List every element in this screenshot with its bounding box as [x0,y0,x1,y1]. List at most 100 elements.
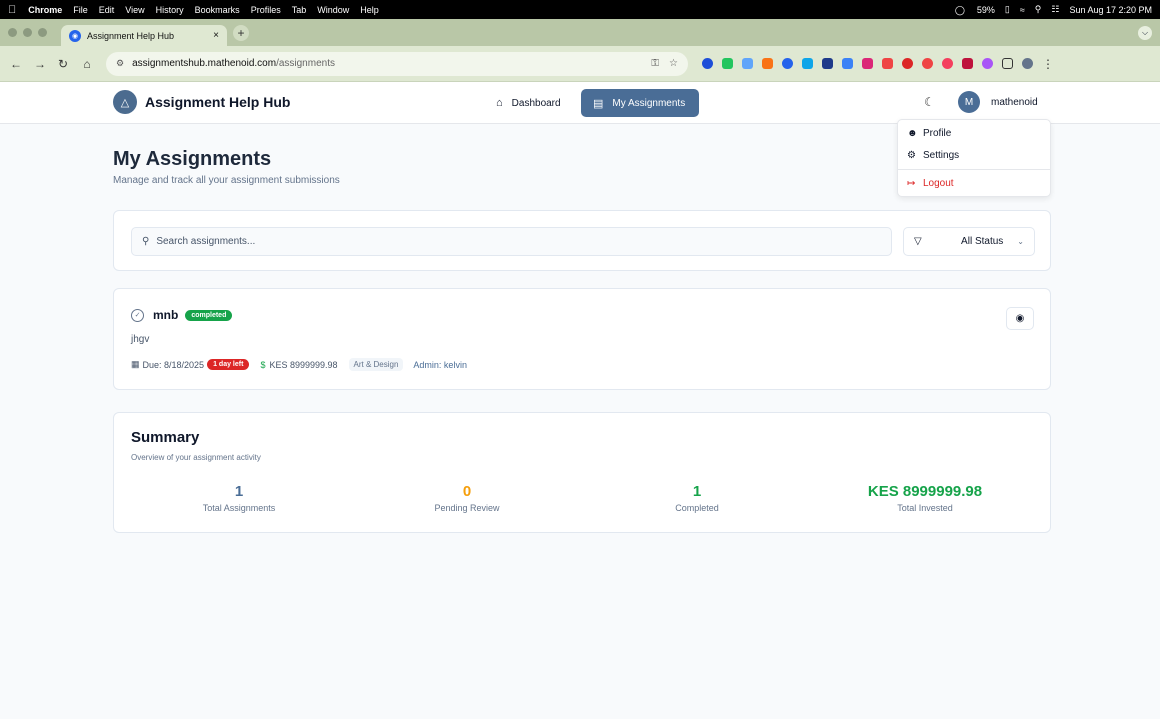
extension-icon[interactable] [822,58,833,69]
reload-icon[interactable]: ↻ [58,57,68,71]
extension-icon[interactable] [962,58,973,69]
extension-icon[interactable] [882,58,893,69]
extension-icon[interactable] [862,58,873,69]
summary-subtitle: Overview of your assignment activity [131,453,261,462]
theme-toggle-moon-icon[interactable]: ☾ [924,95,935,109]
control-center-icon[interactable]: ☷ [1051,4,1059,15]
battery-icon[interactable]: ▯ [1005,4,1010,15]
battery-text: 59% [976,4,995,15]
extension-icon[interactable] [982,58,993,69]
menu-profiles[interactable]: Profiles [251,5,281,15]
status-icon[interactable]: ◯ [955,5,967,15]
spotlight-icon[interactable]: ⚲ [1035,4,1042,15]
due-date: ▦ Due: 8/18/2025 [131,359,204,370]
home-icon[interactable]: ⌂ [82,57,92,71]
stat-pending-review: 0 Pending Review [367,483,567,513]
forward-icon[interactable]: → [34,57,46,71]
browser-tab[interactable]: ◉ Assignment Help Hub × [61,25,227,46]
stat-total-assignments: 1 Total Assignments [139,483,339,513]
stat-value: 1 [234,483,244,500]
stat-total-invested: KES 8999999.98 Total Invested [825,483,1025,513]
stat-completed: 1 Completed [597,483,797,513]
assignment-meta: ▦ Due: 8/18/2025 1 day left $ KES 899999… [131,358,467,371]
url-path: /assignments [276,58,335,69]
menu-history[interactable]: History [156,5,184,15]
extensions-puzzle-icon[interactable] [1002,58,1013,69]
menu-view[interactable]: View [125,5,144,15]
os-menubar:  Chrome File Edit View History Bookmark… [0,0,1160,19]
menu-divider [898,169,1050,170]
extension-icon[interactable] [762,58,773,69]
file-icon: ▤ [593,97,604,110]
assignment-card[interactable]: ✓ mnb completed jhgv ▦ Due: 8/18/2025 1 … [113,288,1051,390]
filter-funnel-icon: ▽ [914,236,922,247]
page-title: My Assignments [113,148,272,170]
nav-my-assignments[interactable]: ▤ My Assignments [581,89,699,117]
graduation-cap-icon: △ [113,90,137,114]
password-key-icon[interactable]: ⚿ [651,58,659,69]
tab-search-icon[interactable]: ⌵ [1138,25,1152,40]
stat-value: KES 8999999.98 [867,483,983,500]
summary-card: Summary Overview of your assignment acti… [113,412,1051,533]
bookmark-star-icon[interactable]: ☆ [669,58,678,69]
assignment-description: jhgv [131,334,150,345]
menu-item-logout-label: Logout [923,178,954,189]
menu-item-profile[interactable]: ☻ Profile [907,128,951,139]
username[interactable]: mathenoid [991,97,1038,108]
favicon-icon: ◉ [69,29,81,42]
menu-item-settings-label: Settings [923,150,960,161]
window-controls[interactable] [8,28,47,37]
nav-dashboard[interactable]: ⌂ Dashboard [484,89,573,117]
address-bar[interactable]: ⚙ assignmentshub.mathenoid.com/assignmen… [106,51,688,76]
menu-bookmarks[interactable]: Bookmarks [195,5,240,15]
app-header: △ Assignment Help Hub ⌂ Dashboard ▤ My A… [0,82,1160,124]
extension-icon[interactable] [942,58,953,69]
page-subtitle: Manage and track all your assignment sub… [113,175,340,186]
menu-window[interactable]: Window [317,5,349,15]
menu-app[interactable]: Chrome [28,5,62,15]
browser-tab-strip: ◉ Assignment Help Hub × + ⌵ [0,19,1160,46]
extension-icon[interactable] [902,58,913,69]
user-dropdown-menu: ☻ Profile ⚙ Settings ↦ Logout [897,119,1051,197]
stat-label: Completed [675,503,719,513]
brand[interactable]: △ Assignment Help Hub [113,90,290,114]
calendar-icon: ▦ [131,359,140,369]
view-button[interactable]: ◉ [1006,307,1034,330]
clock[interactable]: Sun Aug 17 2:20 PM [1069,5,1152,15]
tab-title: Assignment Help Hub [87,30,175,41]
avatar[interactable]: M [958,91,980,113]
browser-toolbar: ← → ↻ ⌂ ⚙ assignmentshub.mathenoid.com/a… [0,46,1160,82]
status-filter-value: All Status [961,236,1004,247]
browser-menu-icon[interactable]: ⋮ [1042,57,1054,71]
menu-item-logout[interactable]: ↦ Logout [907,178,954,189]
apple-icon[interactable]:  [8,4,16,16]
new-tab-button[interactable]: + [233,24,249,41]
eye-icon: ◉ [1015,313,1025,324]
user-icon: ☻ [907,128,918,139]
extension-icon[interactable] [722,58,733,69]
menu-file[interactable]: File [73,5,88,15]
extension-icon[interactable] [742,58,753,69]
check-circle-icon: ✓ [131,308,144,322]
site-info-icon[interactable]: ⚙ [116,58,124,69]
menu-edit[interactable]: Edit [99,5,115,15]
menu-item-settings[interactable]: ⚙ Settings [907,150,959,161]
menu-item-profile-label: Profile [923,128,952,139]
extension-icon[interactable] [802,58,813,69]
back-icon[interactable]: ← [10,57,22,71]
search-input[interactable]: ⚲ Search assignments... [131,227,892,256]
assignment-title: mnb [153,308,179,322]
wifi-icon[interactable]: ≈ [1020,5,1025,15]
menu-help[interactable]: Help [360,5,379,15]
status-filter-select[interactable]: ▽ All Status ⌄ [903,227,1035,256]
profile-icon[interactable] [1022,58,1033,69]
extension-icon[interactable] [842,58,853,69]
extension-icon[interactable] [922,58,933,69]
gear-icon: ⚙ [907,150,916,161]
extension-icon[interactable] [702,58,713,69]
filter-card: ⚲ Search assignments... ▽ All Status ⌄ [113,210,1051,271]
close-tab-icon[interactable]: × [213,30,219,41]
nav-my-assignments-label: My Assignments [612,97,686,109]
menu-tab[interactable]: Tab [292,5,307,15]
extension-icon[interactable] [782,58,793,69]
